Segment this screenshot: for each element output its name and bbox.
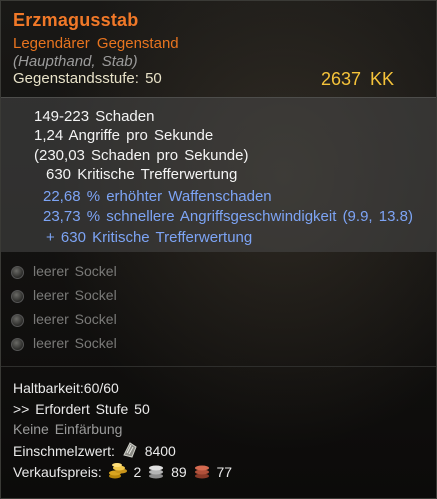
sell-gold: 2 — [133, 464, 142, 480]
item-name: Erzmagusstab — [13, 10, 139, 30]
socket-label: leerer Sockel — [33, 263, 117, 279]
sell-price-row: Verkaufspreis: 2 89 77 — [13, 462, 232, 483]
level-requirement: >> Erfordert Stufe 50 — [13, 401, 150, 417]
item-price: 2637 KK — [320, 69, 394, 89]
socket-label: leerer Sockel — [33, 287, 117, 303]
socket-label: leerer Sockel — [33, 311, 117, 327]
empty-socket-icon — [11, 290, 24, 303]
gold-coin-icon — [108, 462, 128, 483]
socket-label: leerer Sockel — [33, 335, 117, 351]
item-tooltip: Erzmagusstab Legendärer Gegenstand (Haup… — [0, 0, 437, 499]
item-slot: (Haupthand, Stab) — [13, 53, 138, 70]
smelt-icon — [121, 441, 139, 462]
dye-status: Keine Einfärbung — [13, 421, 123, 437]
crit-stat: 630 Kritische Trefferwertung — [46, 166, 238, 183]
damage-stat: 149-223 Schaden — [34, 108, 155, 125]
item-rarity: Legendärer Gegenstand — [13, 35, 179, 52]
sell-label: Verkaufspreis: — [13, 464, 102, 480]
smelt-value: 8400 — [144, 443, 176, 459]
section-divider — [1, 366, 436, 367]
bonus-damage-stat: 22,68 % erhöhter Waffenschaden — [43, 188, 272, 205]
smelt-value-row: Einschmelzwert: 8400 — [13, 441, 176, 462]
tooltip-header: Erzmagusstab Legendärer Gegenstand (Haup… — [1, 1, 436, 96]
sell-copper: 77 — [216, 464, 233, 480]
copper-coin-icon — [193, 464, 211, 483]
empty-socket-icon — [11, 266, 24, 279]
durability: Haltbarkeit:60/60 — [13, 380, 119, 396]
bonus-crit-stat: + 630 Kritische Trefferwertung — [46, 229, 253, 246]
sell-silver: 89 — [171, 464, 187, 480]
stats-panel: 149-223 Schaden 1,24 Angriffe pro Sekund… — [1, 97, 436, 252]
bonus-speed-stat: 23,73 % schnellere Angriffsgeschwindigke… — [43, 208, 413, 225]
silver-coin-icon — [147, 464, 165, 483]
smelt-label: Einschmelzwert: — [13, 443, 115, 459]
empty-socket-icon — [11, 338, 24, 351]
attack-speed-stat: 1,24 Angriffe pro Sekunde — [34, 127, 214, 144]
item-level: Gegenstandsstufe: 50 — [13, 70, 162, 87]
empty-socket-icon — [11, 314, 24, 327]
dps-stat: (230,03 Schaden pro Sekunde) — [34, 147, 249, 164]
